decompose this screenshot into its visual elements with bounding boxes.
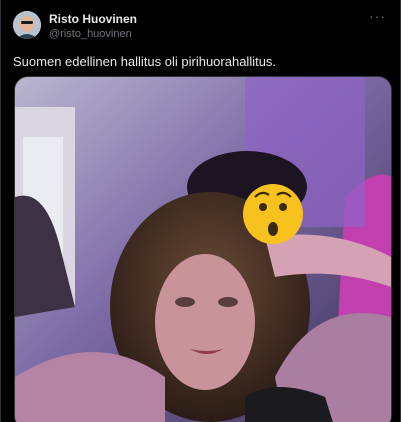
- author-name[interactable]: Risto Huovinen: [49, 12, 137, 26]
- more-horizontal-icon[interactable]: ···: [369, 8, 386, 24]
- author-handle[interactable]: @risto_huovinen: [49, 28, 132, 40]
- media-image: [15, 77, 391, 422]
- astonished-face-emoji: [243, 184, 303, 244]
- tweet-media[interactable]: [14, 76, 392, 422]
- avatar[interactable]: [13, 11, 41, 39]
- tweet-card[interactable]: Risto Huovinen @risto_huovinen ··· Suome…: [0, 0, 401, 422]
- tweet-text: Suomen edellinen hallitus oli pirihuorah…: [13, 54, 277, 69]
- avatar-image: [13, 11, 41, 39]
